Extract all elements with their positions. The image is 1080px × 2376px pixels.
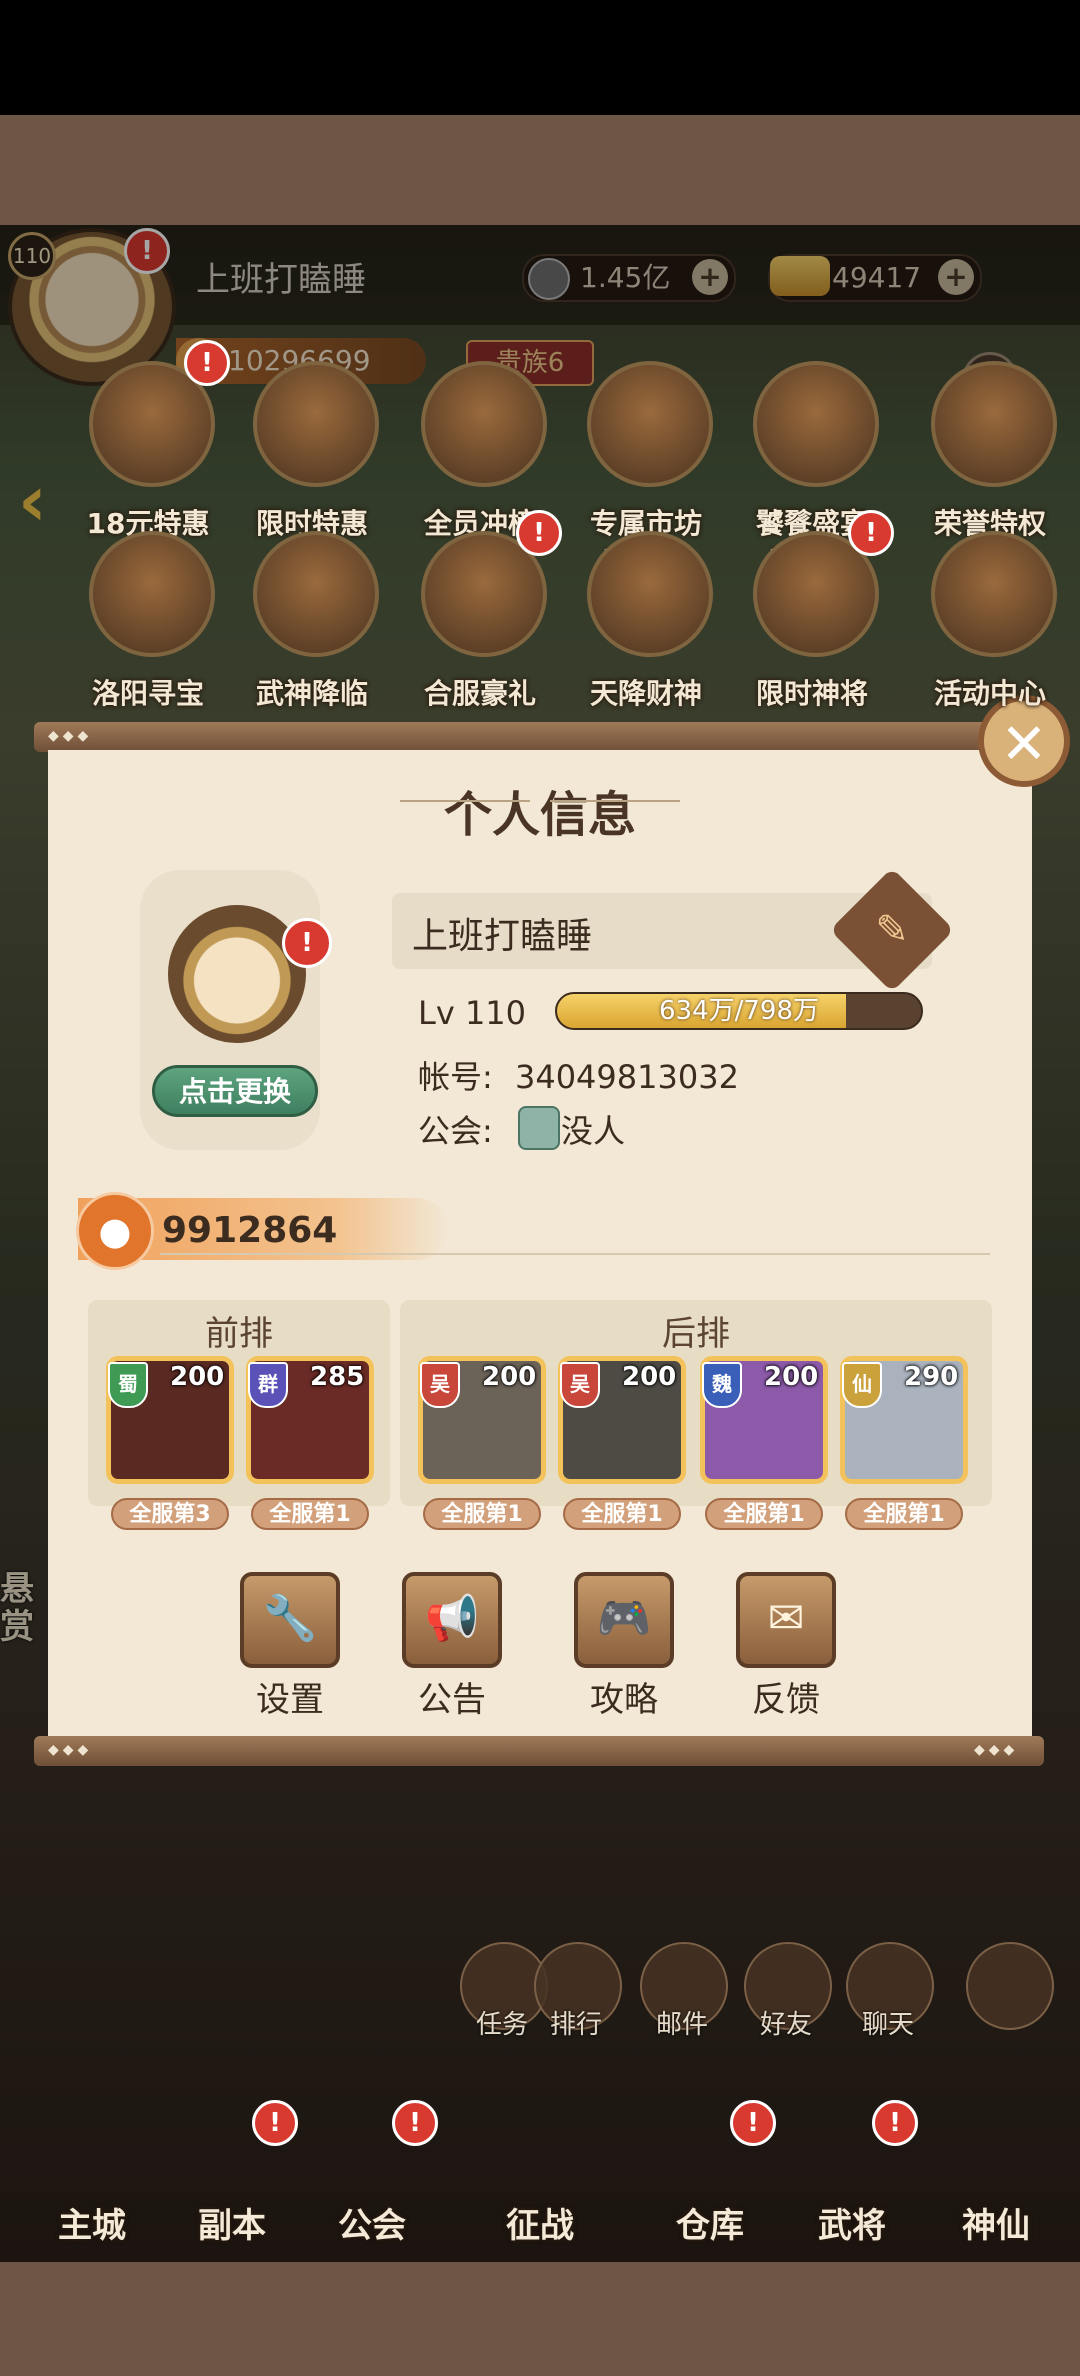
guild-icon [518,1106,560,1150]
hero-level: 285 [310,1362,365,1392]
activity-icon[interactable] [931,531,1057,657]
wrench-icon[interactable]: 🔧 [240,1572,340,1668]
nav-button[interactable] [926,2100,1066,2210]
title-ornament-left [400,800,530,802]
activity-icon[interactable] [931,361,1057,487]
level-label: Lv 110 [418,994,527,1032]
activity-icon[interactable] [253,531,379,657]
nav-alert-badge: ! [872,2100,918,2146]
activity-icon[interactable] [253,361,379,487]
activity-label: 武神降临 [255,677,368,710]
hero-level: 200 [482,1362,537,1392]
title-ornament-right [550,800,680,802]
nav-alert-badge: ! [730,2100,776,2146]
social-label: 排行 [549,2010,602,2040]
activity-icon[interactable] [587,531,713,657]
profile-avatar[interactable] [168,905,306,1043]
activity-icon[interactable] [753,361,879,487]
megaphone-icon[interactable]: 📢 [402,1572,502,1668]
nav-label: 副本 [198,2206,266,2246]
scroll-top-rod: ◆◆◆ [34,722,1044,752]
activity-label: 洛阳寻宝 [91,677,204,710]
hero-rank-badge: 全服第1 [423,1498,541,1530]
guild-name: 没人 [560,1112,625,1150]
social-label: 好友 [759,2010,812,2040]
nav-alert-badge: ! [392,2100,438,2146]
hero-level: 200 [764,1362,819,1392]
social-button[interactable] [966,1942,1054,2030]
nav-alert-badge: ! [252,2100,298,2146]
function-label: 反馈 [752,1680,820,1720]
nav-button[interactable] [22,2100,162,2210]
faction-badge: 吴 [560,1362,600,1408]
panel-title: 个人信息 [443,787,636,843]
guild-label: 公会: [418,1112,493,1150]
letterbox-top [0,115,1080,225]
scroll-bottom-rod: ◆◆◆ ◆◆◆ [34,1736,1044,1766]
pencil-icon: ✎ [875,907,909,953]
hero-rank-badge: 全服第1 [563,1498,681,1530]
faction-badge: 蜀 [108,1362,148,1408]
paw-icon: ● [76,1192,154,1270]
faction-badge: 仙 [842,1362,882,1408]
divider [160,1253,990,1255]
activity-icon[interactable] [421,361,547,487]
nav-label: 仓库 [676,2206,744,2246]
function-label: 攻略 [590,1680,658,1720]
hero-level: 200 [170,1362,225,1392]
faction-badge: 群 [248,1362,288,1408]
nav-label: 武将 [818,2206,886,2246]
social-label: 聊天 [861,2010,914,2040]
front-row-label: 前排 [205,1314,273,1354]
change-avatar-button[interactable]: 点击更换 [152,1065,318,1117]
function-label: 公告 [418,1680,486,1720]
nav-button[interactable] [470,2100,610,2210]
hero-rank-badge: 全服第1 [845,1498,963,1530]
account-id: 34049813032 [514,1058,739,1096]
alert-badge: ! [848,510,894,556]
nav-label: 公会 [338,2206,406,2246]
activity-label: 天降财神 [589,677,702,710]
letterbox-bottom [0,2262,1080,2376]
avatar-alert-badge-small: ! [282,918,332,968]
social-label: 邮件 [655,2010,708,2040]
exp-progress-text: 634万/798万 [658,996,819,1026]
envelope-icon[interactable]: ✉ [736,1572,836,1668]
alert-badge: ! [516,510,562,556]
gamepad-icon[interactable]: 🎮 [574,1572,674,1668]
hero-level: 200 [622,1362,677,1392]
power-value: 9912864 [162,1210,338,1251]
hero-rank-badge: 全服第3 [111,1498,229,1530]
account-label: 帐号: [418,1058,493,1096]
profile-name: 上班打瞌睡 [412,916,593,957]
faction-badge: 魏 [702,1362,742,1408]
function-label: 设置 [256,1680,324,1720]
faction-badge: 吴 [420,1362,460,1408]
hero-level: 290 [904,1362,959,1392]
hero-rank-badge: 全服第1 [705,1498,823,1530]
hero-rank-badge: 全服第1 [251,1498,369,1530]
activity-label: 限时神将 [755,677,868,710]
nav-label: 主城 [58,2206,126,2246]
account-row: 帐号: 34049813032 [418,1052,739,1098]
activity-label: 合服豪礼 [423,677,536,710]
back-row-label: 后排 [662,1314,730,1354]
activity-icon[interactable] [587,361,713,487]
activity-label: 活动中心 [933,677,1046,710]
nav-label: 征战 [506,2206,574,2246]
activity-icon[interactable] [89,531,215,657]
nav-label: 神仙 [962,2206,1030,2246]
system-status-bar [0,0,1080,115]
alert-badge: ! [184,340,230,386]
